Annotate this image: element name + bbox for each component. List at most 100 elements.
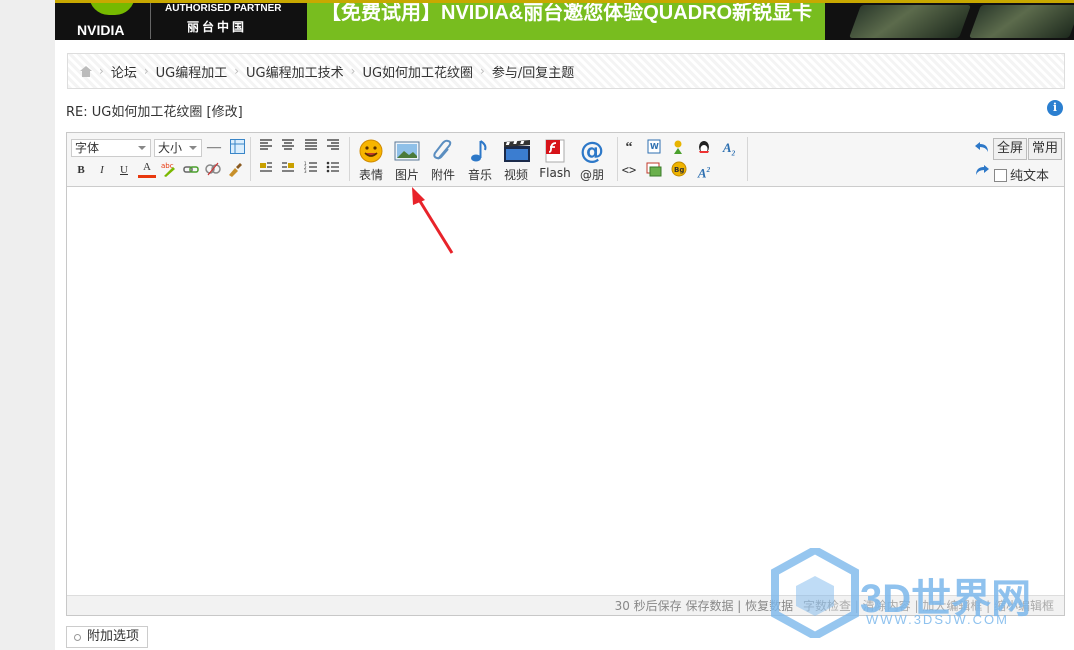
banner-divider — [150, 3, 151, 39]
align-right-icon[interactable] — [324, 139, 342, 157]
background-color-icon[interactable]: Bg — [670, 161, 688, 179]
post-editor: 字体 大小 — B I U A abc 1 2 3 表情 图片 附件 音乐 视频… — [66, 132, 1065, 616]
plain-text-checkbox[interactable] — [994, 169, 1007, 182]
align-left-icon[interactable] — [257, 139, 275, 157]
flash-button[interactable]: Flash — [537, 139, 573, 180]
emoticon-button[interactable]: 表情 — [353, 139, 389, 183]
unlink-icon[interactable] — [204, 161, 222, 179]
italic-button[interactable]: I — [93, 161, 111, 179]
partner-cn: 丽台中国 — [187, 20, 248, 34]
code-icon[interactable]: <> — [620, 161, 638, 179]
image-icon — [394, 139, 420, 163]
attachment-button[interactable]: 附件 — [425, 139, 461, 183]
home-icon[interactable] — [80, 65, 92, 77]
link-icon[interactable] — [182, 161, 200, 179]
breadcrumb-separator: › — [234, 64, 240, 78]
partner-badge: AUTHORISED PARTNER 丽台中国 — [165, 3, 281, 33]
editor-toolbar: 字体 大小 — B I U A abc 1 2 3 表情 图片 附件 音乐 视频… — [67, 133, 1064, 187]
align-center-icon[interactable] — [279, 139, 297, 157]
size-select-label: 大小 — [158, 141, 183, 155]
message-textarea[interactable] — [67, 187, 1064, 595]
gpu-image — [968, 5, 1074, 38]
nvidia-logo: NVIDIA — [77, 3, 147, 39]
breadcrumb-separator: › — [143, 64, 149, 78]
clear-format-icon[interactable] — [226, 161, 244, 179]
flash-label: Flash — [539, 166, 571, 180]
qq-icon[interactable] — [695, 139, 713, 157]
ad-banner[interactable]: NVIDIA AUTHORISED PARTNER 丽台中国 【免费试用】NVI… — [55, 0, 1074, 40]
font-color-button[interactable]: A — [138, 160, 156, 178]
toolbar-divider — [349, 137, 350, 181]
music-button[interactable]: 音乐 — [462, 139, 498, 183]
music-note-icon — [467, 139, 493, 163]
extra-options-button[interactable]: 附加选项 — [66, 626, 149, 648]
video-icon — [503, 139, 530, 163]
breadcrumb-separator: › — [99, 64, 104, 78]
paperclip-icon — [430, 139, 456, 163]
mention-label: @朋 — [579, 168, 604, 182]
toolbar-divider — [250, 137, 251, 181]
horizontal-rule-icon[interactable]: — — [205, 139, 223, 157]
chevron-down-icon — [138, 146, 146, 150]
mention-button[interactable]: @ @朋 — [574, 139, 610, 183]
cube-logo-icon — [771, 548, 859, 638]
at-icon: @ — [580, 137, 604, 165]
underline-button[interactable]: U — [115, 161, 133, 179]
float-left-icon[interactable] — [257, 161, 275, 179]
unordered-list-icon[interactable] — [324, 161, 342, 179]
svg-text:Bg: Bg — [674, 166, 684, 174]
breadcrumb-forum[interactable]: 论坛 — [111, 62, 137, 81]
flash-icon — [542, 139, 568, 163]
breadcrumb-ug-programming[interactable]: UG编程加工 — [156, 62, 228, 81]
hide-content-icon[interactable] — [670, 139, 688, 157]
align-justify-icon[interactable] — [302, 139, 320, 157]
video-button[interactable]: 视频 — [498, 139, 534, 183]
info-icon[interactable]: i — [1047, 100, 1063, 116]
music-label: 音乐 — [467, 168, 492, 182]
font-size-select[interactable]: 大小 — [154, 139, 202, 157]
undo-icon[interactable] — [973, 140, 991, 158]
breadcrumb-separator: › — [350, 64, 356, 78]
watermark-url: WWW.3DSJW.COM — [866, 612, 1009, 627]
partner-line: AUTHORISED PARTNER — [165, 3, 282, 14]
breadcrumb-thread[interactable]: UG如何加工花纹圈 — [362, 62, 473, 81]
image-button[interactable]: 图片 — [389, 139, 425, 183]
free-content-icon[interactable] — [645, 161, 663, 179]
breadcrumb-separator: › — [480, 64, 485, 78]
edit-title-link[interactable]: [修改] — [207, 105, 243, 120]
float-right-icon[interactable] — [279, 161, 297, 179]
breadcrumb-ug-technique[interactable]: UG编程加工技术 — [246, 62, 344, 81]
svg-text:W: W — [650, 142, 659, 151]
plain-text-label[interactable]: 纯文本 — [1010, 165, 1049, 184]
font-select-label: 字体 — [75, 141, 100, 155]
ordered-list-icon[interactable]: 123 — [302, 161, 320, 179]
attachment-label: 附件 — [430, 168, 455, 182]
quote-icon[interactable]: “ — [620, 139, 638, 157]
common-button[interactable]: 常用 — [1028, 138, 1063, 160]
highlight-icon[interactable]: abc — [160, 161, 178, 179]
gpu-image — [848, 5, 972, 38]
redo-icon[interactable] — [973, 163, 991, 181]
subscript-icon[interactable]: A2 — [720, 139, 738, 158]
emoticon-label: 表情 — [358, 168, 383, 182]
superscript-icon[interactable]: A2 — [695, 161, 713, 180]
svg-text:3: 3 — [304, 169, 307, 173]
word-paste-icon[interactable]: W — [645, 139, 663, 157]
promo-text[interactable]: 【免费试用】NVIDIA&丽台邀您体验QUADRO新锐显卡 — [307, 3, 825, 40]
chevron-down-icon — [189, 146, 197, 150]
breadcrumb: › 论坛 › UG编程加工 › UG编程加工技术 › UG如何加工花纹圈 › 参… — [67, 53, 1065, 89]
video-label: 视频 — [503, 168, 528, 182]
font-family-select[interactable]: 字体 — [71, 139, 151, 157]
smiley-icon — [358, 139, 384, 163]
post-title: RE: UG如何加工花纹圈 [修改] — [66, 101, 243, 120]
toolbar-divider — [617, 137, 618, 181]
table-icon[interactable] — [228, 139, 246, 157]
site-watermark: 3D世界网 WWW.3DSJW.COM — [770, 548, 1070, 638]
bold-button[interactable]: B — [72, 161, 90, 179]
fullscreen-button[interactable]: 全屏 — [993, 138, 1028, 160]
post-title-text: RE: UG如何加工花纹圈 — [66, 105, 203, 120]
breadcrumb-current: 参与/回复主题 — [491, 65, 575, 81]
autosave-status[interactable]: 30 秒后保存 保存数据 | 恢复数据 — [615, 599, 794, 613]
toolbar-divider — [747, 137, 748, 181]
image-label: 图片 — [394, 168, 419, 182]
